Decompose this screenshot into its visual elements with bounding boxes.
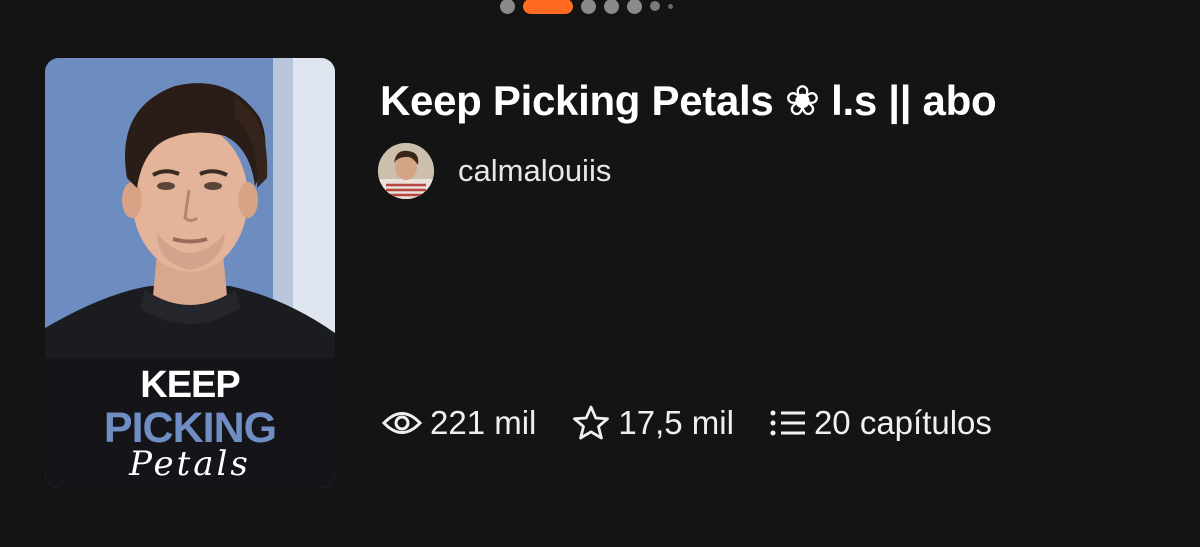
- list-icon: [770, 410, 805, 436]
- author-avatar[interactable]: [378, 143, 434, 199]
- parts-count: 20 capítulos: [813, 404, 992, 441]
- cover-title-line1: KEEP: [140, 364, 240, 406]
- pager-dot[interactable]: [581, 0, 596, 14]
- pager-dot[interactable]: [668, 3, 673, 9]
- author-name[interactable]: calmalouiis: [458, 153, 611, 189]
- pager-dot-active[interactable]: [523, 0, 573, 14]
- reads-stat: 221 mil: [382, 404, 536, 442]
- story-title[interactable]: Keep Picking Petals ❀ l.s || abo: [380, 76, 997, 125]
- carousel-pagination: [500, 0, 681, 14]
- cover-title-line3: Petals: [129, 444, 251, 484]
- votes-count: 17,5 mil: [618, 404, 734, 441]
- pager-dot[interactable]: [500, 0, 515, 14]
- pager-dot[interactable]: [604, 0, 619, 14]
- story-stats: 221 mil 17,5 mil 20 capítulos: [382, 404, 1028, 442]
- avatar-image: [378, 143, 434, 199]
- story-cover[interactable]: KEEP PICKING Petals: [45, 58, 335, 488]
- eye-icon: [382, 412, 422, 434]
- story-card-screen: KEEP PICKING Petals Keep Picking Petals …: [0, 0, 1200, 547]
- reads-count: 221 mil: [430, 404, 537, 441]
- star-icon: [573, 405, 610, 440]
- pager-dot[interactable]: [627, 0, 642, 14]
- author-row[interactable]: calmalouiis: [378, 143, 611, 199]
- votes-stat: 17,5 mil: [572, 404, 734, 442]
- pager-dot[interactable]: [650, 1, 660, 11]
- parts-stat: 20 capítulos: [770, 404, 992, 442]
